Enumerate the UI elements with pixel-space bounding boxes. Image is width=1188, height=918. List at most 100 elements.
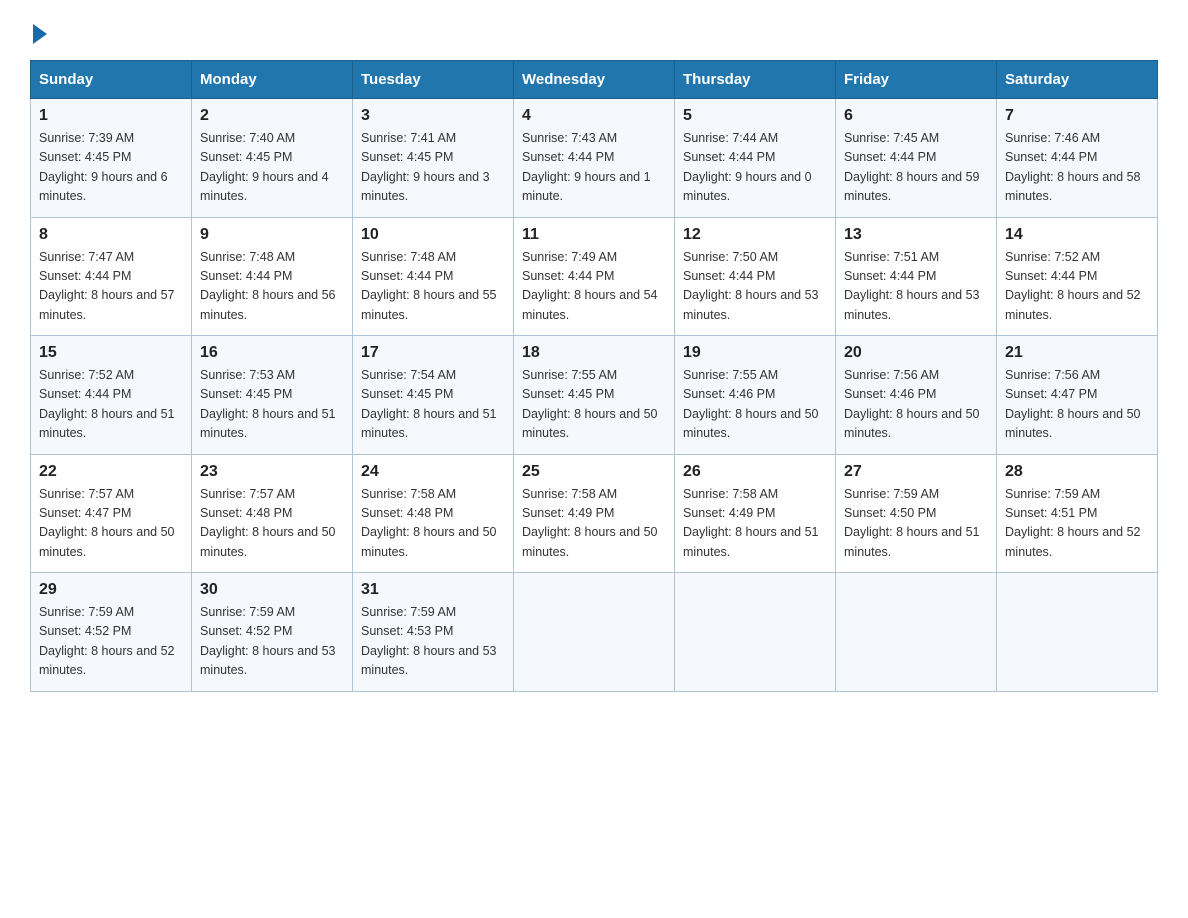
sunrise-label: Sunrise: 7:46 AM	[1005, 131, 1100, 145]
day-info: Sunrise: 7:53 AM Sunset: 4:45 PM Dayligh…	[200, 366, 344, 444]
weekday-header-tuesday: Tuesday	[353, 61, 514, 99]
daylight-label: Daylight: 9 hours and 6 minutes.	[39, 170, 168, 203]
weekday-header-row: SundayMondayTuesdayWednesdayThursdayFrid…	[31, 61, 1158, 99]
sunset-label: Sunset: 4:44 PM	[522, 269, 614, 283]
weekday-header-wednesday: Wednesday	[514, 61, 675, 99]
sunrise-label: Sunrise: 7:53 AM	[200, 368, 295, 382]
sunrise-label: Sunrise: 7:43 AM	[522, 131, 617, 145]
daylight-label: Daylight: 8 hours and 51 minutes.	[39, 407, 175, 440]
daylight-label: Daylight: 8 hours and 53 minutes.	[683, 288, 819, 321]
calendar-day-cell: 26 Sunrise: 7:58 AM Sunset: 4:49 PM Dayl…	[675, 454, 836, 573]
daylight-label: Daylight: 8 hours and 51 minutes.	[200, 407, 336, 440]
daylight-label: Daylight: 9 hours and 3 minutes.	[361, 170, 490, 203]
calendar-day-cell: 14 Sunrise: 7:52 AM Sunset: 4:44 PM Dayl…	[997, 217, 1158, 336]
calendar-week-row: 1 Sunrise: 7:39 AM Sunset: 4:45 PM Dayli…	[31, 99, 1158, 218]
sunrise-label: Sunrise: 7:48 AM	[200, 250, 295, 264]
sunset-label: Sunset: 4:44 PM	[39, 387, 131, 401]
sunrise-label: Sunrise: 7:58 AM	[361, 487, 456, 501]
day-info: Sunrise: 7:52 AM Sunset: 4:44 PM Dayligh…	[39, 366, 183, 444]
sunset-label: Sunset: 4:45 PM	[200, 387, 292, 401]
day-info: Sunrise: 7:59 AM Sunset: 4:50 PM Dayligh…	[844, 485, 988, 563]
daylight-label: Daylight: 9 hours and 4 minutes.	[200, 170, 329, 203]
weekday-header-monday: Monday	[192, 61, 353, 99]
calendar-day-cell: 24 Sunrise: 7:58 AM Sunset: 4:48 PM Dayl…	[353, 454, 514, 573]
daylight-label: Daylight: 8 hours and 50 minutes.	[39, 525, 175, 558]
calendar-day-cell: 17 Sunrise: 7:54 AM Sunset: 4:45 PM Dayl…	[353, 336, 514, 455]
calendar-day-cell: 21 Sunrise: 7:56 AM Sunset: 4:47 PM Dayl…	[997, 336, 1158, 455]
calendar-week-row: 22 Sunrise: 7:57 AM Sunset: 4:47 PM Dayl…	[31, 454, 1158, 573]
sunrise-label: Sunrise: 7:47 AM	[39, 250, 134, 264]
calendar-day-cell: 8 Sunrise: 7:47 AM Sunset: 4:44 PM Dayli…	[31, 217, 192, 336]
day-info: Sunrise: 7:59 AM Sunset: 4:52 PM Dayligh…	[200, 603, 344, 681]
calendar-day-cell: 12 Sunrise: 7:50 AM Sunset: 4:44 PM Dayl…	[675, 217, 836, 336]
sunrise-label: Sunrise: 7:56 AM	[844, 368, 939, 382]
day-number: 18	[522, 344, 666, 362]
day-number: 27	[844, 463, 988, 481]
sunrise-label: Sunrise: 7:48 AM	[361, 250, 456, 264]
calendar-day-cell: 4 Sunrise: 7:43 AM Sunset: 4:44 PM Dayli…	[514, 99, 675, 218]
header	[30, 20, 1158, 40]
sunrise-label: Sunrise: 7:52 AM	[39, 368, 134, 382]
day-info: Sunrise: 7:46 AM Sunset: 4:44 PM Dayligh…	[1005, 129, 1149, 207]
daylight-label: Daylight: 8 hours and 50 minutes.	[361, 525, 497, 558]
day-info: Sunrise: 7:57 AM Sunset: 4:47 PM Dayligh…	[39, 485, 183, 563]
day-number: 19	[683, 344, 827, 362]
day-info: Sunrise: 7:43 AM Sunset: 4:44 PM Dayligh…	[522, 129, 666, 207]
daylight-label: Daylight: 8 hours and 51 minutes.	[361, 407, 497, 440]
calendar-day-cell: 3 Sunrise: 7:41 AM Sunset: 4:45 PM Dayli…	[353, 99, 514, 218]
weekday-header-sunday: Sunday	[31, 61, 192, 99]
day-number: 25	[522, 463, 666, 481]
day-number: 11	[522, 226, 666, 244]
calendar-day-cell: 9 Sunrise: 7:48 AM Sunset: 4:44 PM Dayli…	[192, 217, 353, 336]
day-info: Sunrise: 7:54 AM Sunset: 4:45 PM Dayligh…	[361, 366, 505, 444]
calendar-day-cell: 19 Sunrise: 7:55 AM Sunset: 4:46 PM Dayl…	[675, 336, 836, 455]
day-info: Sunrise: 7:44 AM Sunset: 4:44 PM Dayligh…	[683, 129, 827, 207]
day-number: 10	[361, 226, 505, 244]
calendar-day-cell	[836, 573, 997, 692]
day-number: 20	[844, 344, 988, 362]
daylight-label: Daylight: 8 hours and 58 minutes.	[1005, 170, 1141, 203]
sunset-label: Sunset: 4:44 PM	[361, 269, 453, 283]
sunset-label: Sunset: 4:46 PM	[683, 387, 775, 401]
daylight-label: Daylight: 9 hours and 1 minute.	[522, 170, 651, 203]
day-info: Sunrise: 7:51 AM Sunset: 4:44 PM Dayligh…	[844, 248, 988, 326]
sunrise-label: Sunrise: 7:59 AM	[844, 487, 939, 501]
daylight-label: Daylight: 8 hours and 55 minutes.	[361, 288, 497, 321]
calendar-table: SundayMondayTuesdayWednesdayThursdayFrid…	[30, 60, 1158, 692]
daylight-label: Daylight: 8 hours and 52 minutes.	[1005, 525, 1141, 558]
day-number: 16	[200, 344, 344, 362]
calendar-week-row: 29 Sunrise: 7:59 AM Sunset: 4:52 PM Dayl…	[31, 573, 1158, 692]
sunset-label: Sunset: 4:49 PM	[522, 506, 614, 520]
sunrise-label: Sunrise: 7:41 AM	[361, 131, 456, 145]
sunrise-label: Sunrise: 7:55 AM	[683, 368, 778, 382]
day-info: Sunrise: 7:48 AM Sunset: 4:44 PM Dayligh…	[361, 248, 505, 326]
calendar-day-cell: 23 Sunrise: 7:57 AM Sunset: 4:48 PM Dayl…	[192, 454, 353, 573]
day-number: 9	[200, 226, 344, 244]
calendar-day-cell: 10 Sunrise: 7:48 AM Sunset: 4:44 PM Dayl…	[353, 217, 514, 336]
sunset-label: Sunset: 4:44 PM	[200, 269, 292, 283]
sunset-label: Sunset: 4:44 PM	[522, 150, 614, 164]
day-info: Sunrise: 7:40 AM Sunset: 4:45 PM Dayligh…	[200, 129, 344, 207]
sunrise-label: Sunrise: 7:58 AM	[522, 487, 617, 501]
day-info: Sunrise: 7:59 AM Sunset: 4:53 PM Dayligh…	[361, 603, 505, 681]
logo	[30, 20, 47, 40]
day-number: 23	[200, 463, 344, 481]
sunset-label: Sunset: 4:53 PM	[361, 624, 453, 638]
day-info: Sunrise: 7:59 AM Sunset: 4:52 PM Dayligh…	[39, 603, 183, 681]
day-info: Sunrise: 7:39 AM Sunset: 4:45 PM Dayligh…	[39, 129, 183, 207]
calendar-day-cell: 28 Sunrise: 7:59 AM Sunset: 4:51 PM Dayl…	[997, 454, 1158, 573]
calendar-day-cell: 1 Sunrise: 7:39 AM Sunset: 4:45 PM Dayli…	[31, 99, 192, 218]
calendar-day-cell: 27 Sunrise: 7:59 AM Sunset: 4:50 PM Dayl…	[836, 454, 997, 573]
day-info: Sunrise: 7:55 AM Sunset: 4:46 PM Dayligh…	[683, 366, 827, 444]
day-info: Sunrise: 7:45 AM Sunset: 4:44 PM Dayligh…	[844, 129, 988, 207]
sunset-label: Sunset: 4:51 PM	[1005, 506, 1097, 520]
sunrise-label: Sunrise: 7:50 AM	[683, 250, 778, 264]
calendar-day-cell: 6 Sunrise: 7:45 AM Sunset: 4:44 PM Dayli…	[836, 99, 997, 218]
sunrise-label: Sunrise: 7:58 AM	[683, 487, 778, 501]
day-number: 24	[361, 463, 505, 481]
calendar-day-cell: 20 Sunrise: 7:56 AM Sunset: 4:46 PM Dayl…	[836, 336, 997, 455]
daylight-label: Daylight: 8 hours and 50 minutes.	[522, 525, 658, 558]
sunrise-label: Sunrise: 7:54 AM	[361, 368, 456, 382]
sunrise-label: Sunrise: 7:57 AM	[39, 487, 134, 501]
day-info: Sunrise: 7:47 AM Sunset: 4:44 PM Dayligh…	[39, 248, 183, 326]
